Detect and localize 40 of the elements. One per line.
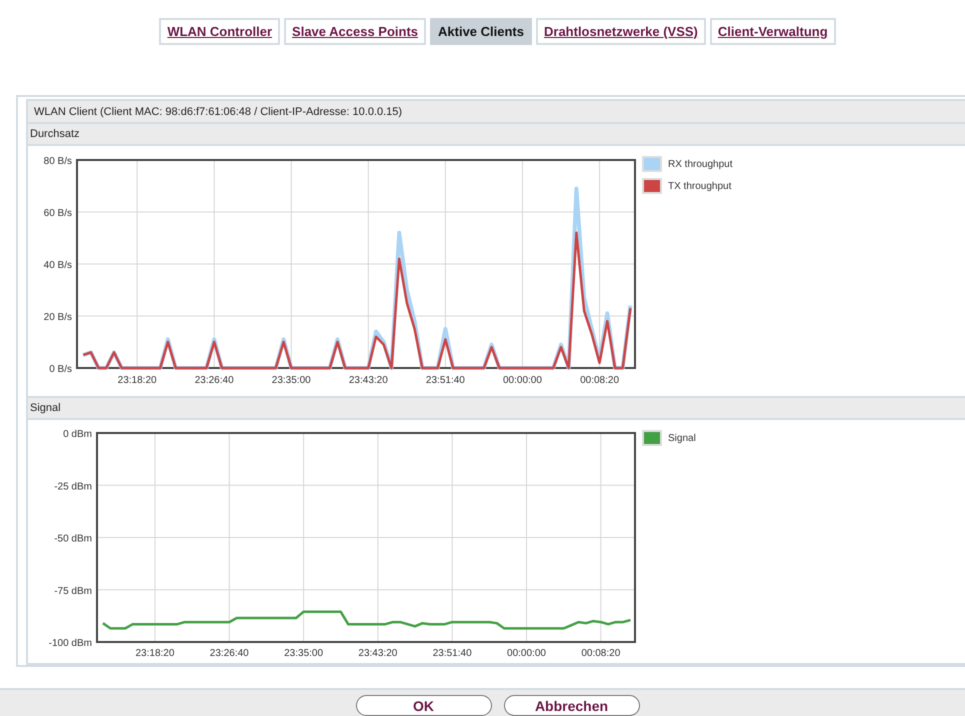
legend-label: RX throughput	[668, 158, 732, 170]
axis-label: 20 B/s	[44, 312, 72, 323]
tab[interactable]: WLAN Controller	[159, 18, 280, 45]
axis-label: 60 B/s	[44, 208, 72, 219]
tab[interactable]: Slave Access Points	[284, 18, 426, 45]
axis-label: -100 dBm	[48, 638, 92, 649]
axis-label: -50 dBm	[54, 534, 92, 544]
axis-label: 00:00:00	[503, 375, 542, 386]
legend-label: TX throughput	[668, 180, 732, 192]
axis-label: 23:18:20	[136, 648, 174, 659]
axis-label: 23:43:20	[358, 648, 398, 659]
axis-label: 80 B/s	[44, 156, 72, 167]
button[interactable]: Abbrechen	[504, 695, 640, 716]
legend-swatch	[642, 430, 662, 446]
axis-label: 00:08:20	[581, 648, 620, 659]
axis-label: 23:51:40	[432, 648, 472, 659]
axis-label: 00:00:00	[507, 648, 546, 659]
section-heading: Signal	[28, 398, 965, 420]
axis-label: 00:08:20	[580, 375, 620, 386]
tab[interactable]: Drahtlosnetzwerke (VSS)	[536, 18, 706, 45]
axis-label: 23:35:00	[284, 648, 324, 659]
axis-label: 23:51:40	[426, 375, 465, 386]
axis-label: 23:35:00	[272, 375, 311, 386]
axis-label: 0 B/s	[49, 364, 72, 375]
axis-label: 23:43:20	[348, 375, 388, 386]
legend-swatch	[642, 178, 662, 194]
legend-swatch	[642, 156, 662, 172]
axis-label: 23:26:40	[194, 375, 234, 386]
panel-title: WLAN Client (Client MAC: 98:d6:f7:61:06:48 / Client-IP-Adresse: 10.0.0.15)	[28, 101, 965, 124]
section-heading: Durchsatz	[28, 124, 965, 146]
axis-label: -75 dBm	[54, 586, 92, 597]
axis-label: 23:18:20	[118, 375, 157, 386]
axis-label: 23:26:40	[210, 648, 249, 659]
tab[interactable]: Client-Verwaltung	[710, 18, 836, 45]
axis-label: 0 dBm	[63, 429, 92, 440]
tab[interactable]: Aktive Clients	[430, 18, 532, 45]
button[interactable]: OK	[356, 695, 492, 716]
legend-label: Signal	[668, 432, 696, 444]
axis-label: 40 B/s	[44, 260, 72, 271]
axis-label: -25 dBm	[54, 481, 92, 492]
